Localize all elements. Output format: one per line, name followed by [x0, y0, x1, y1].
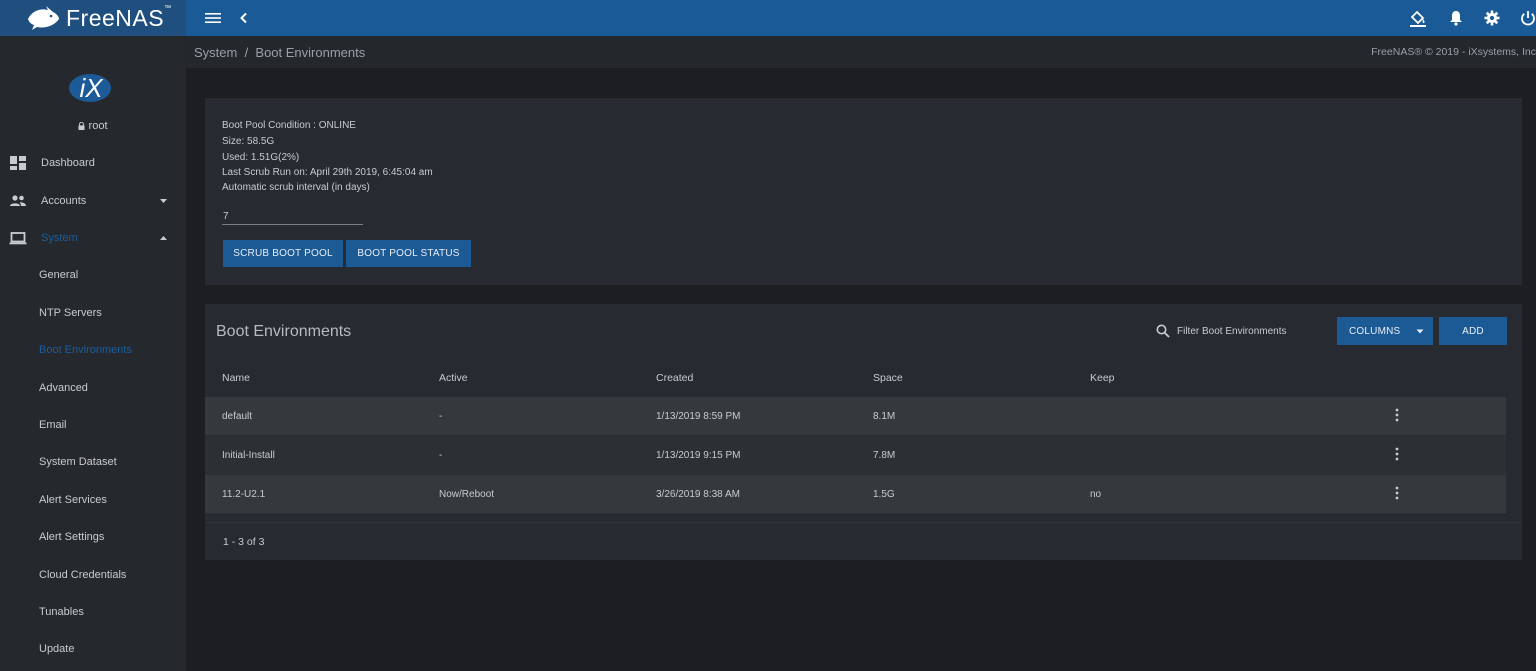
sidebar-subitem-alert-services[interactable]: Alert Services: [0, 486, 186, 514]
table-row[interactable]: Initial-Install - 1/13/2019 9:15 PM 7.8M: [205, 436, 1506, 475]
power-icon[interactable]: [1518, 8, 1536, 28]
sidebar-item-label: Accounts: [41, 195, 87, 207]
breadcrumb: System / Boot Environments: [194, 45, 366, 60]
sidebar-subitem-advanced[interactable]: Advanced: [0, 374, 186, 402]
add-button[interactable]: ADD: [1439, 317, 1507, 345]
cell-created: 3/26/2019 8:38 AM: [656, 489, 740, 500]
more-vert-icon[interactable]: [1394, 446, 1400, 462]
freenas-shark-icon: [28, 6, 59, 30]
sidebar-item-label: System: [41, 232, 78, 244]
sidebar-item-system[interactable]: System: [0, 223, 186, 253]
cell-name: Initial-Install: [222, 450, 275, 461]
table-row[interactable]: default - 1/13/2019 8:59 PM 8.1M: [205, 397, 1506, 436]
user-label: root: [0, 120, 186, 132]
lock-icon: [78, 121, 85, 130]
sidebar-item-label: Dashboard: [41, 157, 95, 169]
filter-input[interactable]: [1177, 325, 1299, 337]
sidebar-subitem-update[interactable]: Update: [0, 635, 186, 663]
columns-button[interactable]: COLUMNS: [1337, 317, 1433, 345]
scrub-interval-label: Automatic scrub interval (in days): [222, 182, 370, 193]
columns-button-label: COLUMNS: [1349, 325, 1401, 337]
breadcrumb-bar: System / Boot Environments FreeNAS® © 20…: [186, 36, 1536, 68]
gear-icon[interactable]: [1482, 8, 1502, 28]
sidebar-item-accounts[interactable]: Accounts: [0, 186, 186, 216]
chevron-left-icon[interactable]: [234, 8, 254, 28]
column-header-active[interactable]: Active: [439, 372, 468, 384]
cell-space: 8.1M: [873, 411, 896, 422]
more-vert-icon[interactable]: [1394, 407, 1400, 423]
column-header-keep[interactable]: Keep: [1090, 372, 1115, 384]
cell-keep: no: [1090, 489, 1102, 500]
filter-box: [1156, 324, 1299, 338]
boot-pool-used: Used: 1.51G(2%): [222, 152, 300, 163]
table-row[interactable]: 11.2-U2.1 Now/Reboot 3/26/2019 8:38 AM 1…: [205, 475, 1506, 514]
column-header-space[interactable]: Space: [873, 372, 903, 384]
more-vert-icon[interactable]: [1394, 485, 1400, 501]
sidebar-subitem-tunables[interactable]: Tunables: [0, 598, 186, 626]
scrub-interval-input[interactable]: [222, 208, 363, 225]
freenas-logo[interactable]: FreeNAS™: [0, 0, 186, 36]
cell-active: Now/Reboot: [439, 489, 495, 500]
sidebar-subitem-alert-settings[interactable]: Alert Settings: [0, 523, 186, 551]
sidebar-subitem-system-dataset[interactable]: System Dataset: [0, 448, 186, 476]
svg-text:iX: iX: [79, 73, 104, 103]
column-header-created[interactable]: Created: [656, 372, 693, 384]
cell-space: 1.5G: [873, 489, 895, 500]
accounts-icon: [10, 195, 26, 206]
cell-space: 7.8M: [873, 450, 896, 461]
username: root: [88, 120, 108, 132]
update-icon[interactable]: [1408, 8, 1428, 28]
sidebar-subitem-email[interactable]: Email: [0, 411, 186, 439]
scrub-boot-pool-button[interactable]: SCRUB BOOT POOL: [223, 240, 343, 267]
boot-pool-condition: Boot Pool Condition : ONLINE: [222, 120, 356, 131]
caret-down-icon: [1416, 329, 1424, 334]
bell-icon[interactable]: [1446, 8, 1466, 28]
column-header-name[interactable]: Name: [222, 372, 250, 384]
pagination-label: 1 - 3 of 3: [223, 536, 265, 548]
laptop-icon: [9, 232, 27, 245]
ixsystems-logo: iX: [69, 73, 111, 103]
sidebar-subitem-general[interactable]: General: [0, 261, 186, 289]
search-icon: [1156, 324, 1170, 338]
cell-name: default: [222, 411, 253, 422]
cell-name: 11.2-U2.1: [222, 489, 266, 500]
caret-down-icon: [160, 199, 167, 203]
top-bar: FreeNAS™: [0, 0, 1536, 36]
sidebar-subitem-boot-environments[interactable]: Boot Environments: [0, 336, 186, 364]
caret-up-icon: [160, 236, 167, 240]
cell-active: -: [439, 450, 443, 461]
table-title: Boot Environments: [216, 323, 352, 340]
table-header: Name Active Created Space Keep: [205, 360, 1506, 397]
boot-pool-status-button[interactable]: BOOT POOL STATUS: [346, 240, 471, 267]
copyright: FreeNAS® © 2019 - iXsystems, Inc: [1371, 46, 1536, 58]
boot-environments-card: Boot Environments COLUMNS ADD Name Activ…: [205, 304, 1522, 560]
boot-pool-card: Boot Pool Condition : ONLINE Size: 58.5G…: [205, 98, 1522, 285]
logo-text: FreeNAS™: [66, 4, 172, 31]
cell-created: 1/13/2019 9:15 PM: [656, 450, 741, 461]
cell-created: 1/13/2019 8:59 PM: [656, 411, 741, 422]
dashboard-icon: [10, 156, 26, 170]
cell-active: -: [439, 411, 443, 422]
divider: [205, 522, 1522, 523]
menu-icon[interactable]: [203, 8, 223, 28]
sidebar-subitem-cloud-credentials[interactable]: Cloud Credentials: [0, 561, 186, 589]
last-scrub-run: Last Scrub Run on: April 29th 2019, 6:45…: [222, 167, 433, 178]
sidebar-item-dashboard[interactable]: Dashboard: [0, 148, 186, 178]
sidebar: iX root Dashboard Accounts System Genera…: [0, 36, 186, 671]
boot-pool-size: Size: 58.5G: [222, 136, 275, 147]
sidebar-subitem-ntp-servers[interactable]: NTP Servers: [0, 299, 186, 327]
